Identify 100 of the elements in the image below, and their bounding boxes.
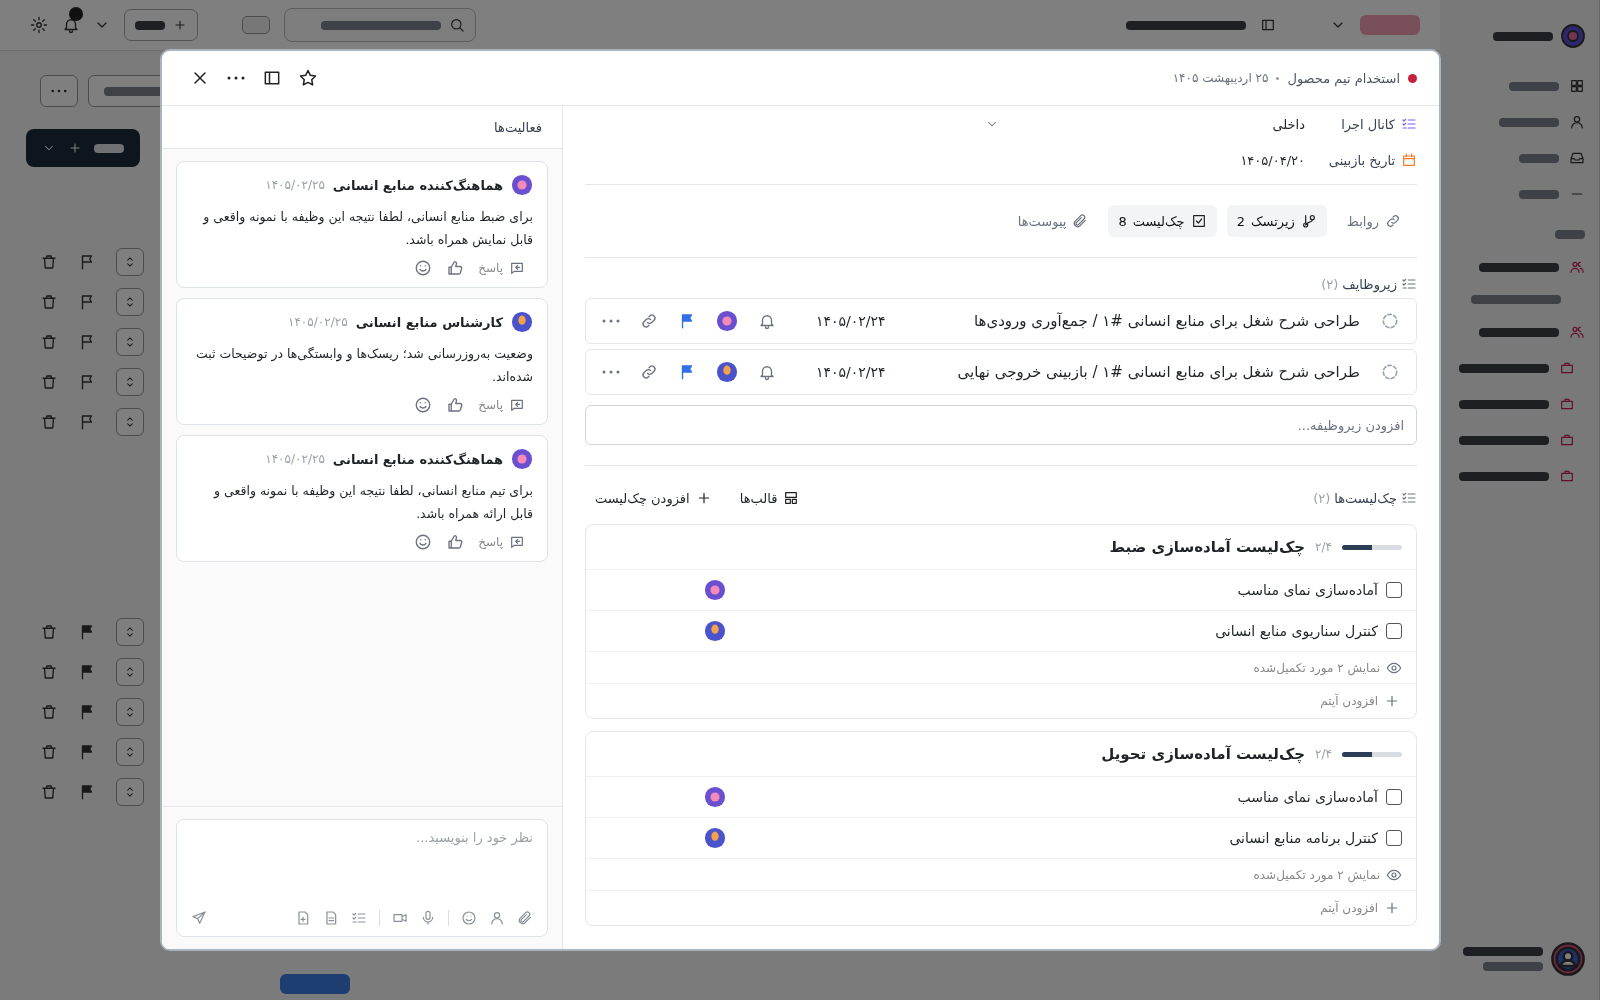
tab[interactable]: پیوست‌ها [1007, 205, 1099, 237]
bell-icon[interactable] [758, 312, 776, 330]
comment-box[interactable]: نظر خود را بنویسید... [176, 819, 548, 937]
due-date: ۱۴۰۵/۰۲/۲۴ [816, 313, 886, 329]
comment-date: ۱۴۰۵/۰۲/۲۵ [265, 178, 325, 192]
trash-icon[interactable] [40, 253, 58, 271]
document-icon[interactable] [323, 910, 339, 926]
field-value[interactable]: داخلی [1272, 116, 1305, 132]
emoji-icon[interactable] [414, 259, 433, 277]
comment-author: هماهنگ‌کننده منابع انسانی [332, 177, 503, 193]
star-icon[interactable] [298, 68, 318, 88]
emoji-icon[interactable] [461, 910, 477, 926]
checklist-title: چک‌لیست آماده‌سازی تحویل [1101, 745, 1306, 763]
send-icon[interactable] [191, 910, 207, 926]
avatar [716, 361, 738, 383]
blurred-text [135, 20, 165, 30]
link-icon[interactable] [640, 312, 658, 330]
trash-icon[interactable] [40, 623, 58, 641]
reply-button[interactable]: پاسخ [478, 397, 525, 413]
checkbox[interactable] [1386, 830, 1402, 846]
thumbs-up-icon[interactable] [446, 259, 465, 277]
checkbox[interactable] [1386, 582, 1402, 598]
panel-title: فعالیت‌ها [162, 106, 562, 149]
comment-text: برای تیم منابع انسانی، لطفا نتیجه این وظیفه با نمونه واقعی و قابل ارائه همراه باشد. [212, 482, 533, 524]
users-icon[interactable] [1569, 324, 1585, 340]
branch-icon [1300, 213, 1317, 229]
subtask-row[interactable]: طراحی شرح شغل برای منابع انسانی #۱ / جمع‌آوری ورودی‌ها ۱۴۰۵/۰۲/۲۴ [585, 298, 1417, 344]
reply-icon [509, 397, 525, 413]
add-item-button[interactable]: افزودن آیتم [586, 891, 1416, 925]
checkbox[interactable] [1386, 789, 1402, 805]
inbox-icon[interactable] [1569, 150, 1585, 166]
avatar [704, 620, 726, 642]
trash-icon[interactable] [40, 293, 58, 311]
comment-date: ۱۴۰۵/۰۲/۲۵ [265, 452, 325, 466]
tab[interactable]: روابط [1336, 205, 1411, 237]
briefcase-icon[interactable] [1559, 432, 1575, 448]
blurred-text [1519, 153, 1559, 163]
briefcase-icon[interactable] [1559, 360, 1575, 376]
briefcase-icon[interactable] [1559, 396, 1575, 412]
field-label: کانال اجرا [1341, 116, 1395, 132]
create-task-button[interactable] [26, 129, 140, 167]
add-checklist-button[interactable]: افزودن چک‌لیست [595, 490, 712, 506]
trash-icon[interactable] [40, 783, 58, 801]
show-completed-button[interactable]: نمایش ۲ مورد تکمیل‌شده [586, 859, 1416, 891]
thumbs-up-icon[interactable] [446, 533, 465, 551]
settings-icon[interactable] [30, 16, 48, 34]
microphone-icon[interactable] [420, 910, 436, 926]
templates-button[interactable]: قالب‌ها [739, 490, 800, 506]
trash-icon[interactable] [40, 703, 58, 721]
avatar [1561, 24, 1585, 48]
trash-icon[interactable] [40, 373, 58, 391]
briefcase-icon[interactable] [1559, 468, 1575, 484]
shortcut-key [242, 16, 270, 34]
subtask-title: طراحی شرح شغل برای منابع انسانی #۱ / بازبینی خروجی نهایی [956, 363, 1360, 381]
search-field[interactable] [284, 8, 476, 42]
file-plus-icon[interactable] [295, 910, 311, 926]
emoji-icon[interactable] [414, 396, 433, 414]
add-subtask-field[interactable]: افزودن زیروظیفه... [585, 405, 1417, 445]
plus-icon [173, 18, 187, 32]
section-count: (۲) [1321, 276, 1339, 292]
trash-icon[interactable] [40, 413, 58, 431]
trash-icon[interactable] [40, 663, 58, 681]
panel-icon[interactable] [262, 68, 282, 88]
status-ring-icon[interactable] [1380, 311, 1400, 331]
bell-icon[interactable] [758, 363, 776, 381]
show-completed-button[interactable]: نمایش ۲ مورد تکمیل‌شده [586, 652, 1416, 684]
reply-button[interactable]: پاسخ [478, 260, 525, 276]
paperclip-icon[interactable] [517, 910, 533, 926]
subtask-row[interactable]: طراحی شرح شغل برای منابع انسانی #۱ / بازبینی خروجی نهایی ۱۴۰۵/۰۲/۲۴ [585, 349, 1417, 395]
status-ring-icon[interactable] [1380, 362, 1400, 382]
blurred-text [1555, 230, 1585, 239]
blurred-text [1499, 117, 1559, 127]
blurred-text [1493, 31, 1553, 41]
new-task-button[interactable] [124, 9, 198, 41]
add-item-button[interactable]: افزودن آیتم [586, 684, 1416, 718]
checkbox[interactable] [1386, 623, 1402, 639]
calendar-icon [1401, 152, 1417, 168]
user-icon[interactable] [1569, 114, 1585, 130]
checklist-icon[interactable] [351, 910, 367, 926]
trash-icon[interactable] [40, 333, 58, 351]
task-date: ۲۵ اردیبهشت ۱۴۰۵ [1172, 71, 1269, 85]
separator-dot-icon [1276, 76, 1280, 80]
thumbs-up-icon[interactable] [446, 396, 465, 414]
emoji-icon[interactable] [414, 533, 433, 551]
comment-text: وضعیت به‌روزرسانی شد؛ ریسک‌ها و وابستگی‌ها در توضیحات ثبت شده‌اند. [194, 345, 533, 386]
section-title: زیروظایف [1342, 276, 1397, 292]
checklist-title: چک‌لیست آماده‌سازی ضبط [1109, 538, 1306, 556]
trash-icon[interactable] [40, 743, 58, 761]
notification-badge [69, 7, 83, 21]
bell-icon[interactable] [62, 16, 80, 34]
avatar [511, 448, 533, 470]
users-icon[interactable] [1569, 259, 1585, 275]
user-icon[interactable] [489, 910, 505, 926]
project-name[interactable]: استخدام تیم محصول [1287, 70, 1400, 86]
field-value[interactable]: ۱۴۰۵/۰۴/۲۰ [1240, 152, 1305, 168]
reply-button[interactable]: پاسخ [478, 534, 525, 550]
grid-icon[interactable] [1569, 78, 1585, 94]
link-icon[interactable] [640, 363, 658, 381]
blurred-text [94, 143, 124, 153]
more-icon[interactable] [226, 76, 246, 80]
